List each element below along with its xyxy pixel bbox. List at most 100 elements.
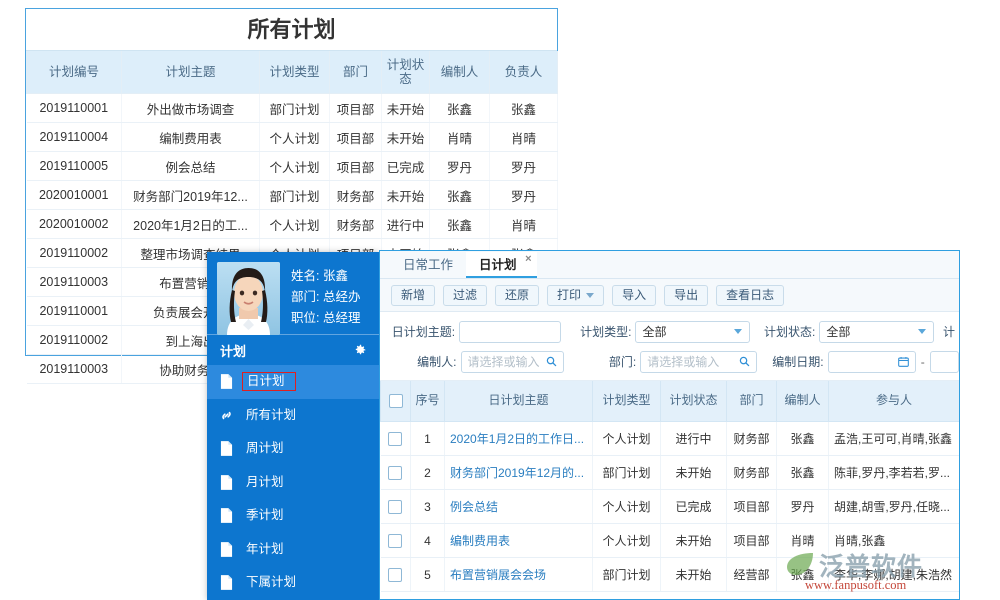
user-profile: 姓名: 张鑫 部门: 总经办 职位: 总经理 [207, 252, 379, 334]
cell-participants: 李华,李娜,胡建,朱浩然 [829, 558, 960, 592]
tab-bar: 日常工作日计划× [380, 251, 959, 279]
cell-seq: 1 [411, 422, 445, 456]
row-checkbox-cell[interactable] [381, 524, 411, 558]
row-checkbox[interactable] [388, 534, 402, 548]
toolbar-button-7[interactable]: 查看日志 [716, 285, 784, 306]
author-search-input[interactable]: 请选择或输入 [461, 351, 564, 373]
table-row[interactable]: 5布置营销展会会场部门计划未开始经营部张鑫李华,李娜,胡建,朱浩然 [381, 558, 960, 592]
document-icon [220, 441, 242, 456]
table-row[interactable]: 2020010001财务部门2019年12...部门计划财务部未开始张鑫罗丹 [27, 181, 558, 210]
table-row[interactable]: 12020年1月2日的工作日...个人计划进行中财务部张鑫孟浩,王可可,肖晴,张… [381, 422, 960, 456]
cell-participants: 孟浩,王可可,肖晴,张鑫 [829, 422, 960, 456]
cell-dept: 项目部 [727, 524, 777, 558]
sidebar-item-2[interactable]: 所有计划 [207, 399, 379, 433]
toolbar-button-2[interactable]: 过滤 [443, 285, 487, 306]
toolbar-button-3[interactable]: 还原 [495, 285, 539, 306]
filter-form: 日计划主题: 计划类型: 全部 计划状态: 全部 计 编制人: 请选择或输入 [380, 312, 959, 381]
grid-col-header: 参与人 [829, 381, 960, 422]
daily-plan-grid: 序号 日计划主题 计划类型 计划状态 部门 编制人 参与人 12020年1月2日… [380, 381, 960, 592]
sidebar-item-label: 所有计划 [242, 407, 300, 424]
all-plans-title: 所有计划 [26, 9, 557, 51]
toolbar-button-4[interactable]: 打印 [547, 285, 604, 306]
close-icon[interactable]: × [525, 253, 531, 265]
table-row[interactable]: 2019110004编制费用表个人计划项目部未开始肖晴肖晴 [27, 123, 558, 152]
select-all-header[interactable] [381, 381, 411, 422]
row-checkbox-cell[interactable] [381, 558, 411, 592]
sidebar-item-5[interactable]: 季计划 [207, 499, 379, 533]
sidebar-item-1[interactable]: 日计划 [207, 365, 379, 399]
table-cell: 未开始 [382, 123, 430, 152]
toolbar-button-label: 查看日志 [726, 288, 774, 302]
plan-subject-link[interactable]: 编制费用表 [445, 524, 593, 558]
row-checkbox[interactable] [388, 466, 402, 480]
table-cell: 进行中 [382, 210, 430, 239]
sidebar-item-label: 周计划 [242, 440, 288, 457]
row-checkbox-cell[interactable] [381, 490, 411, 524]
table-row[interactable]: 2019110005例会总结个人计划项目部已完成罗丹罗丹 [27, 152, 558, 181]
table-row[interactable]: 3例会总结个人计划已完成项目部罗丹胡建,胡雪,罗丹,任晓... [381, 490, 960, 524]
toolbar-button-5[interactable]: 导入 [612, 285, 656, 306]
plan-subject-link[interactable]: 2020年1月2日的工作日... [445, 422, 593, 456]
filter-label-status: 计划状态: [750, 323, 815, 340]
grid-col-header: 序号 [411, 381, 445, 422]
grid-col-header: 编制人 [777, 381, 829, 422]
row-checkbox[interactable] [388, 432, 402, 446]
cell-status: 未开始 [661, 456, 727, 490]
search-icon[interactable] [546, 356, 557, 367]
date-to-input[interactable] [930, 351, 959, 373]
toolbar-button-6[interactable]: 导出 [664, 285, 708, 306]
row-checkbox[interactable] [388, 568, 402, 582]
table-cell: 部门计划 [260, 181, 330, 210]
row-checkbox[interactable] [388, 500, 402, 514]
plan-subject-link[interactable]: 例会总结 [445, 490, 593, 524]
table-row[interactable]: 2财务部门2019年12月的...部门计划未开始财务部张鑫陈菲,罗丹,李若若,罗… [381, 456, 960, 490]
table-cell: 肖晴 [430, 123, 490, 152]
cell-status: 已完成 [661, 490, 727, 524]
plan-status-value: 全部 [826, 323, 850, 340]
cell-status: 未开始 [661, 558, 727, 592]
toolbar-button-1[interactable]: 新增 [391, 285, 435, 306]
all-plans-col-header: 计划主题 [122, 51, 260, 94]
sidebar-item-7[interactable]: 下属计划 [207, 566, 379, 600]
sidebar-item-6[interactable]: 年计划 [207, 533, 379, 567]
toolbar-button-label: 新增 [401, 288, 425, 302]
sidebar-item-4[interactable]: 月计划 [207, 466, 379, 500]
sidebar-item-3[interactable]: 周计划 [207, 432, 379, 466]
filter-label-date: 编制日期: [757, 353, 824, 370]
table-cell: 个人计划 [260, 152, 330, 181]
gear-icon[interactable] [353, 343, 367, 357]
table-cell: 外出做市场调查 [122, 94, 260, 123]
plan-subject-link[interactable]: 财务部门2019年12月的... [445, 456, 593, 490]
plan-status-select[interactable]: 全部 [819, 321, 934, 343]
tab-2[interactable]: 日计划× [466, 252, 537, 278]
dept-search-input[interactable]: 请选择或输入 [640, 351, 757, 373]
filter-label-subject: 日计划主题: [388, 323, 455, 340]
table-cell: 未开始 [382, 181, 430, 210]
table-row[interactable]: 2019110001外出做市场调查部门计划项目部未开始张鑫张鑫 [27, 94, 558, 123]
cell-author: 罗丹 [777, 490, 829, 524]
toolbar-button-label: 打印 [557, 288, 581, 302]
table-row[interactable]: 4编制费用表个人计划未开始项目部肖晴肖晴,张鑫 [381, 524, 960, 558]
row-checkbox-cell[interactable] [381, 422, 411, 456]
table-row[interactable]: 20200100022020年1月2日的工...个人计划财务部进行中张鑫肖晴 [27, 210, 558, 239]
table-cell: 2019110001 [27, 94, 122, 123]
row-checkbox-cell[interactable] [381, 456, 411, 490]
search-icon[interactable] [739, 356, 750, 367]
toolbar-button-label: 过滤 [453, 288, 477, 302]
plan-subject-link[interactable]: 布置营销展会会场 [445, 558, 593, 592]
cell-author: 肖晴 [777, 524, 829, 558]
tab-1[interactable]: 日常工作 [390, 252, 466, 278]
filter-row-2: 编制人: 请选择或输入 部门: 请选择或输入 编制日期: [380, 349, 959, 374]
author-placeholder: 请选择或输入 [468, 353, 540, 370]
table-cell: 2020010001 [27, 181, 122, 210]
select-all-checkbox[interactable] [389, 394, 403, 408]
date-from-input[interactable] [828, 351, 916, 373]
plan-type-select[interactable]: 全部 [635, 321, 750, 343]
cell-dept: 项目部 [727, 490, 777, 524]
cell-participants: 胡建,胡雪,罗丹,任晓... [829, 490, 960, 524]
grid-body: 12020年1月2日的工作日...个人计划进行中财务部张鑫孟浩,王可可,肖晴,张… [381, 422, 960, 592]
tab-label: 日常工作 [403, 258, 453, 272]
subject-input[interactable] [459, 321, 561, 343]
dept-placeholder: 请选择或输入 [647, 353, 719, 370]
calendar-icon[interactable] [898, 356, 909, 367]
